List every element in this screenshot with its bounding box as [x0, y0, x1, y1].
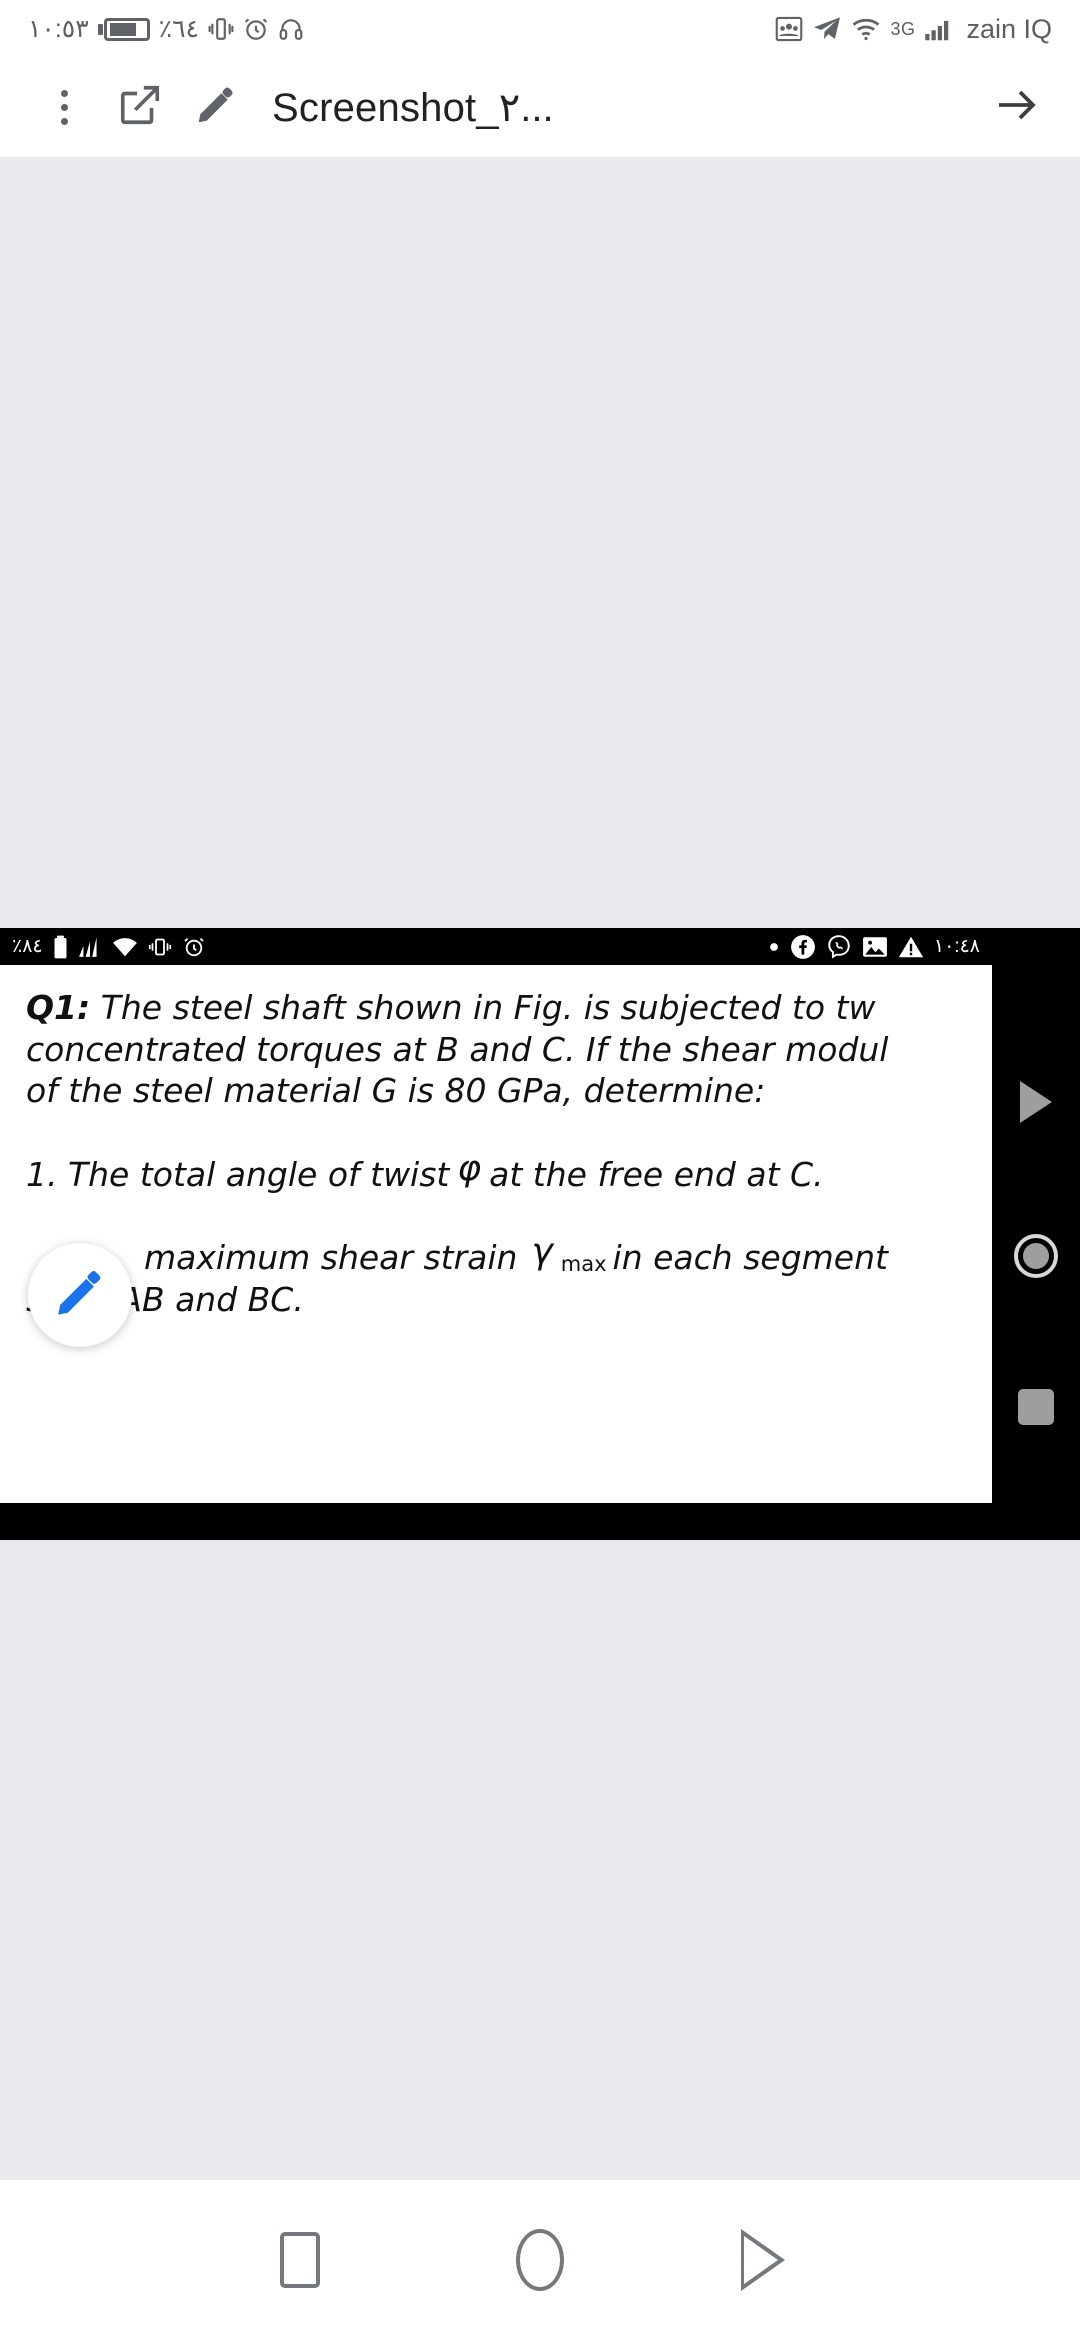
vibrate-icon: [208, 15, 234, 43]
edit-fab-button[interactable]: [28, 1243, 132, 1347]
gamma-subscript: max: [560, 1252, 607, 1277]
page-title: Screenshot_٢...: [272, 85, 554, 130]
back-triangle-icon: [1020, 1080, 1052, 1123]
gamma-symbol: γ: [531, 1231, 553, 1273]
battery-icon: [97, 17, 150, 41]
pencil-icon: [194, 83, 238, 132]
back-triangle-icon: [741, 2229, 819, 2291]
screenshot-battery-percent: ٪٨٤: [12, 936, 43, 957]
document-line-4-b: at the free end at C.: [489, 1154, 824, 1194]
document-line-2: concentrated torques at B and C. If the …: [26, 1029, 889, 1069]
recents-square-icon: [1018, 1388, 1054, 1425]
telegram-icon: [812, 16, 842, 42]
document-page: Q1: The steel shaft shown in Fig. is sub…: [0, 965, 992, 1503]
document-spacer-2: [26, 1195, 966, 1229]
document-spacer: [26, 1112, 966, 1146]
status-bar-left: ١٠:٥٣ ٪٦٤: [28, 14, 304, 44]
recents-button[interactable]: [255, 2215, 345, 2305]
document-line-1-text: The steel shaft shown in Fig. is subject…: [90, 988, 876, 1027]
document-line-4: 1. The total angle of twist φ at the free …: [26, 1146, 966, 1196]
overflow-menu-button[interactable]: [26, 70, 102, 146]
vibrate-icon: [148, 936, 172, 958]
document-line-5-a: maximum shear strain: [144, 1238, 518, 1278]
document-line-1: Q1: The steel shaft shown in Fig. is sub…: [26, 987, 966, 1029]
system-navigation-bar: [0, 2180, 1080, 2340]
pencil-icon: [53, 1266, 107, 1325]
signal-icon: [924, 16, 954, 42]
gallery-icon: [862, 935, 888, 959]
signal-icon: [78, 936, 102, 958]
image-viewer-area[interactable]: ٪٨٤ ١٠:٤٨ Q1: The steel shaft shown in F…: [0, 158, 1080, 2180]
wifi-icon: [851, 16, 881, 42]
carrier-label: zain IQ: [966, 13, 1052, 44]
alarm-icon: [182, 936, 206, 958]
viber-icon: [826, 934, 852, 960]
home-circle-icon: [516, 2229, 564, 2291]
clock-label: ١٠:٥٣: [28, 15, 89, 43]
more-vertical-icon: [60, 90, 68, 125]
share-button[interactable]: [102, 70, 178, 146]
arrow-right-icon: [992, 81, 1040, 134]
edit-button[interactable]: [178, 70, 254, 146]
contacts-icon: [775, 16, 803, 42]
external-link-icon: [117, 82, 163, 133]
status-bar: ١٠:٥٣ ٪٦٤ 3G zain IQ: [0, 0, 1080, 58]
recents-square-icon: [280, 2232, 320, 2288]
headphones-icon: [278, 16, 304, 42]
screenshot-status-bar: ٪٨٤ ١٠:٤٨: [0, 928, 992, 965]
home-circle-icon: [1014, 1233, 1058, 1278]
screenshot-status-right: ١٠:٤٨: [768, 934, 980, 960]
document-line-6: shaft AB and BC.: [26, 1279, 304, 1319]
document-line-3: of the steel material G is 80 GPa, deter…: [26, 1071, 766, 1111]
wifi-icon: [112, 936, 138, 958]
back-button[interactable]: [735, 2215, 825, 2305]
question-label: Q1:: [26, 988, 91, 1027]
document-line-4-a: 1. The total angle of twist: [26, 1154, 450, 1194]
battery-icon: [53, 935, 68, 959]
home-button[interactable]: [495, 2215, 585, 2305]
facebook-icon: [790, 934, 816, 960]
status-bar-right: 3G zain IQ: [775, 14, 1052, 45]
document-line-5: maximum shear strain γ max in each segment: [26, 1229, 966, 1279]
screenshot-image[interactable]: ٪٨٤ ١٠:٤٨ Q1: The steel shaft shown in F…: [0, 928, 1080, 1540]
alarm-icon: [243, 16, 269, 42]
dot-icon: [768, 941, 780, 953]
document-line-5-b: in each segment: [612, 1238, 888, 1278]
screenshot-nav-bar: [992, 965, 1080, 1540]
screenshot-clock-label: ١٠:٤٨: [933, 936, 980, 957]
screenshot-status-left: ٪٨٤: [12, 935, 206, 959]
app-toolbar: Screenshot_٢...: [0, 58, 1080, 158]
battery-percent-label: ٪٦٤: [158, 15, 199, 43]
warning-icon: [898, 935, 924, 959]
gamma-max-symbol: γ max: [517, 1229, 612, 1279]
forward-button[interactable]: [978, 70, 1054, 146]
network-type-label: 3G: [890, 18, 916, 39]
phi-symbol: φ: [457, 1147, 482, 1189]
